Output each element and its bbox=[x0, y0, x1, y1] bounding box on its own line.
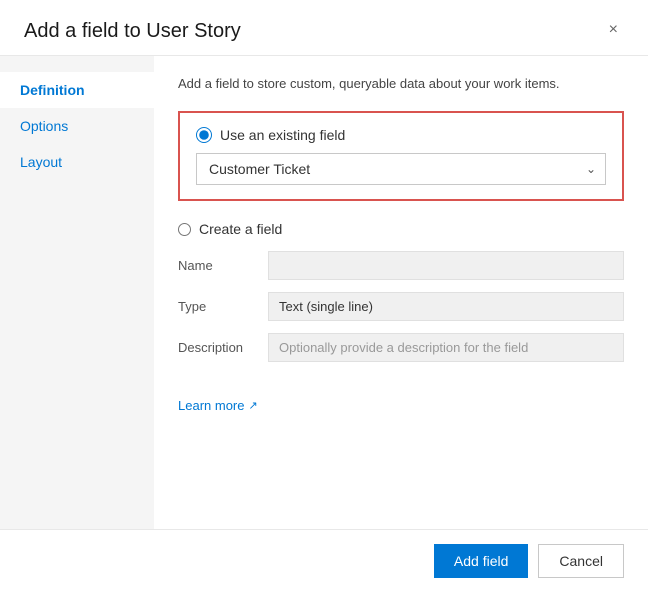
sidebar: Definition Options Layout bbox=[0, 56, 154, 529]
create-field-radio[interactable] bbox=[178, 223, 191, 236]
use-existing-radio-row: Use an existing field bbox=[196, 127, 606, 143]
name-input[interactable] bbox=[268, 251, 624, 280]
close-button[interactable]: × bbox=[603, 20, 624, 40]
use-existing-field-box: Use an existing field Customer Ticket ⌄ bbox=[178, 111, 624, 201]
name-label: Name bbox=[178, 258, 268, 273]
create-field-label[interactable]: Create a field bbox=[199, 221, 282, 237]
dialog-header: Add a field to User Story × bbox=[0, 0, 648, 56]
description-field-row: Description bbox=[178, 333, 624, 362]
existing-field-dropdown-wrapper: Customer Ticket ⌄ bbox=[196, 153, 606, 185]
dialog-title: Add a field to User Story bbox=[24, 20, 241, 43]
dialog: Add a field to User Story × Definition O… bbox=[0, 0, 648, 592]
sidebar-item-options[interactable]: Options bbox=[0, 108, 154, 144]
sidebar-item-definition[interactable]: Definition bbox=[0, 72, 154, 108]
external-link-icon: ↗ bbox=[248, 399, 257, 412]
description-label: Description bbox=[178, 340, 268, 355]
use-existing-label[interactable]: Use an existing field bbox=[220, 127, 345, 143]
create-field-header: Create a field bbox=[178, 221, 624, 237]
type-input[interactable] bbox=[268, 292, 624, 321]
name-field-row: Name bbox=[178, 251, 624, 280]
type-field-row: Type bbox=[178, 292, 624, 321]
learn-more-text: Learn more bbox=[178, 398, 244, 413]
create-field-section: Create a field Name Type Description bbox=[178, 221, 624, 374]
dialog-footer: Add field Cancel bbox=[0, 529, 648, 592]
cancel-button[interactable]: Cancel bbox=[538, 544, 624, 578]
existing-field-select[interactable]: Customer Ticket bbox=[196, 153, 606, 185]
add-field-button[interactable]: Add field bbox=[434, 544, 528, 578]
description-input[interactable] bbox=[268, 333, 624, 362]
description-text: Add a field to store custom, queryable d… bbox=[178, 76, 624, 91]
learn-more-link[interactable]: Learn more ↗ bbox=[178, 398, 624, 413]
use-existing-radio[interactable] bbox=[196, 127, 212, 143]
main-content: Add a field to store custom, queryable d… bbox=[154, 56, 648, 529]
type-label: Type bbox=[178, 299, 268, 314]
dialog-body: Definition Options Layout Add a field to… bbox=[0, 56, 648, 529]
sidebar-item-layout[interactable]: Layout bbox=[0, 144, 154, 180]
